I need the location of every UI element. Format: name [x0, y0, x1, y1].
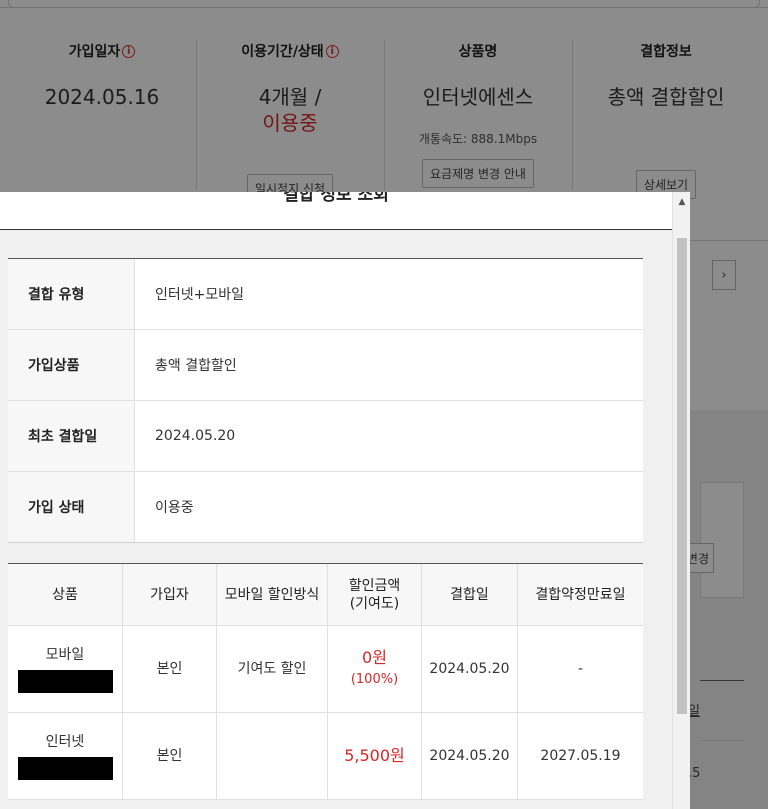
table-header-row: 상품 가입자 모바일 할인방식 할인금액 (기여도) 결합일 결합약정만료일 — [8, 564, 643, 626]
header-bundle-date: 결합일 — [422, 564, 518, 625]
modal-title: 결합 정보 조회 — [283, 192, 389, 205]
table-row: 모바일 본인 기여도 할인 0원 (100%) 2024.05.20 - — [8, 626, 643, 713]
subscribed-product-value: 총액 결합할인 — [155, 358, 237, 374]
bundle-date-cell: 2024.05.20 — [422, 626, 518, 712]
product-name: 모바일 — [45, 646, 85, 663]
modal-scrollbar[interactable]: ▲ — [672, 192, 690, 809]
discount-method-cell: 기여도 할인 — [217, 626, 328, 712]
bundle-date-cell: 2024.05.20 — [422, 713, 518, 799]
discount-amount-cell: 5,500원 — [328, 713, 422, 799]
subscriber-cell: 본인 — [123, 626, 217, 712]
header-product: 상품 — [8, 564, 123, 625]
bundle-type-label: 결합 유형 — [8, 259, 135, 329]
modal-header: 결합 정보 조회 — [0, 192, 690, 230]
bundle-info-modal: 결합 정보 조회 결합 유형 인터넷+모바일 가입상품 총액 결합할인 최초 결… — [0, 192, 690, 809]
subscription-status-value: 이용중 — [155, 500, 194, 516]
contract-expiry-cell: 2027.05.19 — [540, 748, 621, 764]
bundle-type-value: 인터넷+모바일 — [155, 287, 245, 303]
discount-amount-cell: 0원 (100%) — [328, 626, 422, 712]
discount-method-cell — [217, 713, 328, 799]
header-subscriber: 가입자 — [123, 564, 217, 625]
first-bundle-date-value: 2024.05.20 — [155, 428, 236, 444]
table-row: 가입 상태 이용중 — [8, 472, 643, 543]
table-row: 가입상품 총액 결합할인 — [8, 330, 643, 401]
subscriber-cell: 본인 — [123, 713, 217, 799]
product-cell: 인터넷 — [8, 713, 123, 799]
header-discount-method: 모바일 할인방식 — [217, 564, 328, 625]
modal-body: 결합 유형 인터넷+모바일 가입상품 총액 결합할인 최초 결합일 2024.0… — [0, 230, 672, 809]
discount-amount: 0원 — [362, 648, 387, 667]
table-row: 최초 결합일 2024.05.20 — [8, 401, 643, 472]
first-bundle-date-label: 최초 결합일 — [8, 401, 135, 471]
product-name: 인터넷 — [45, 733, 85, 750]
bundle-products-table: 상품 가입자 모바일 할인방식 할인금액 (기여도) 결합일 결합약정만료일 모… — [8, 563, 643, 800]
scroll-thumb[interactable] — [677, 238, 687, 714]
bundle-info-table: 결합 유형 인터넷+모바일 가입상품 총액 결합할인 최초 결합일 2024.0… — [8, 258, 643, 543]
redacted-block — [17, 669, 113, 693]
table-row: 인터넷 본인 5,500원 2024.05.20 2027.05.19 — [8, 713, 643, 800]
redacted-block — [17, 756, 113, 780]
scroll-up-arrow-icon[interactable]: ▲ — [673, 192, 690, 212]
discount-amount: 5,500원 — [344, 746, 405, 765]
header-discount-amount: 할인금액 (기여도) — [328, 564, 422, 625]
contract-expiry-cell: - — [577, 661, 584, 677]
table-row: 결합 유형 인터넷+모바일 — [8, 259, 643, 330]
contribution-percent: (100%) — [350, 672, 399, 687]
header-contract-expiry: 결합약정만료일 — [535, 586, 626, 603]
subscription-status-label: 가입 상태 — [8, 472, 135, 542]
product-cell: 모바일 — [8, 626, 123, 712]
subscribed-product-label: 가입상품 — [8, 330, 135, 400]
